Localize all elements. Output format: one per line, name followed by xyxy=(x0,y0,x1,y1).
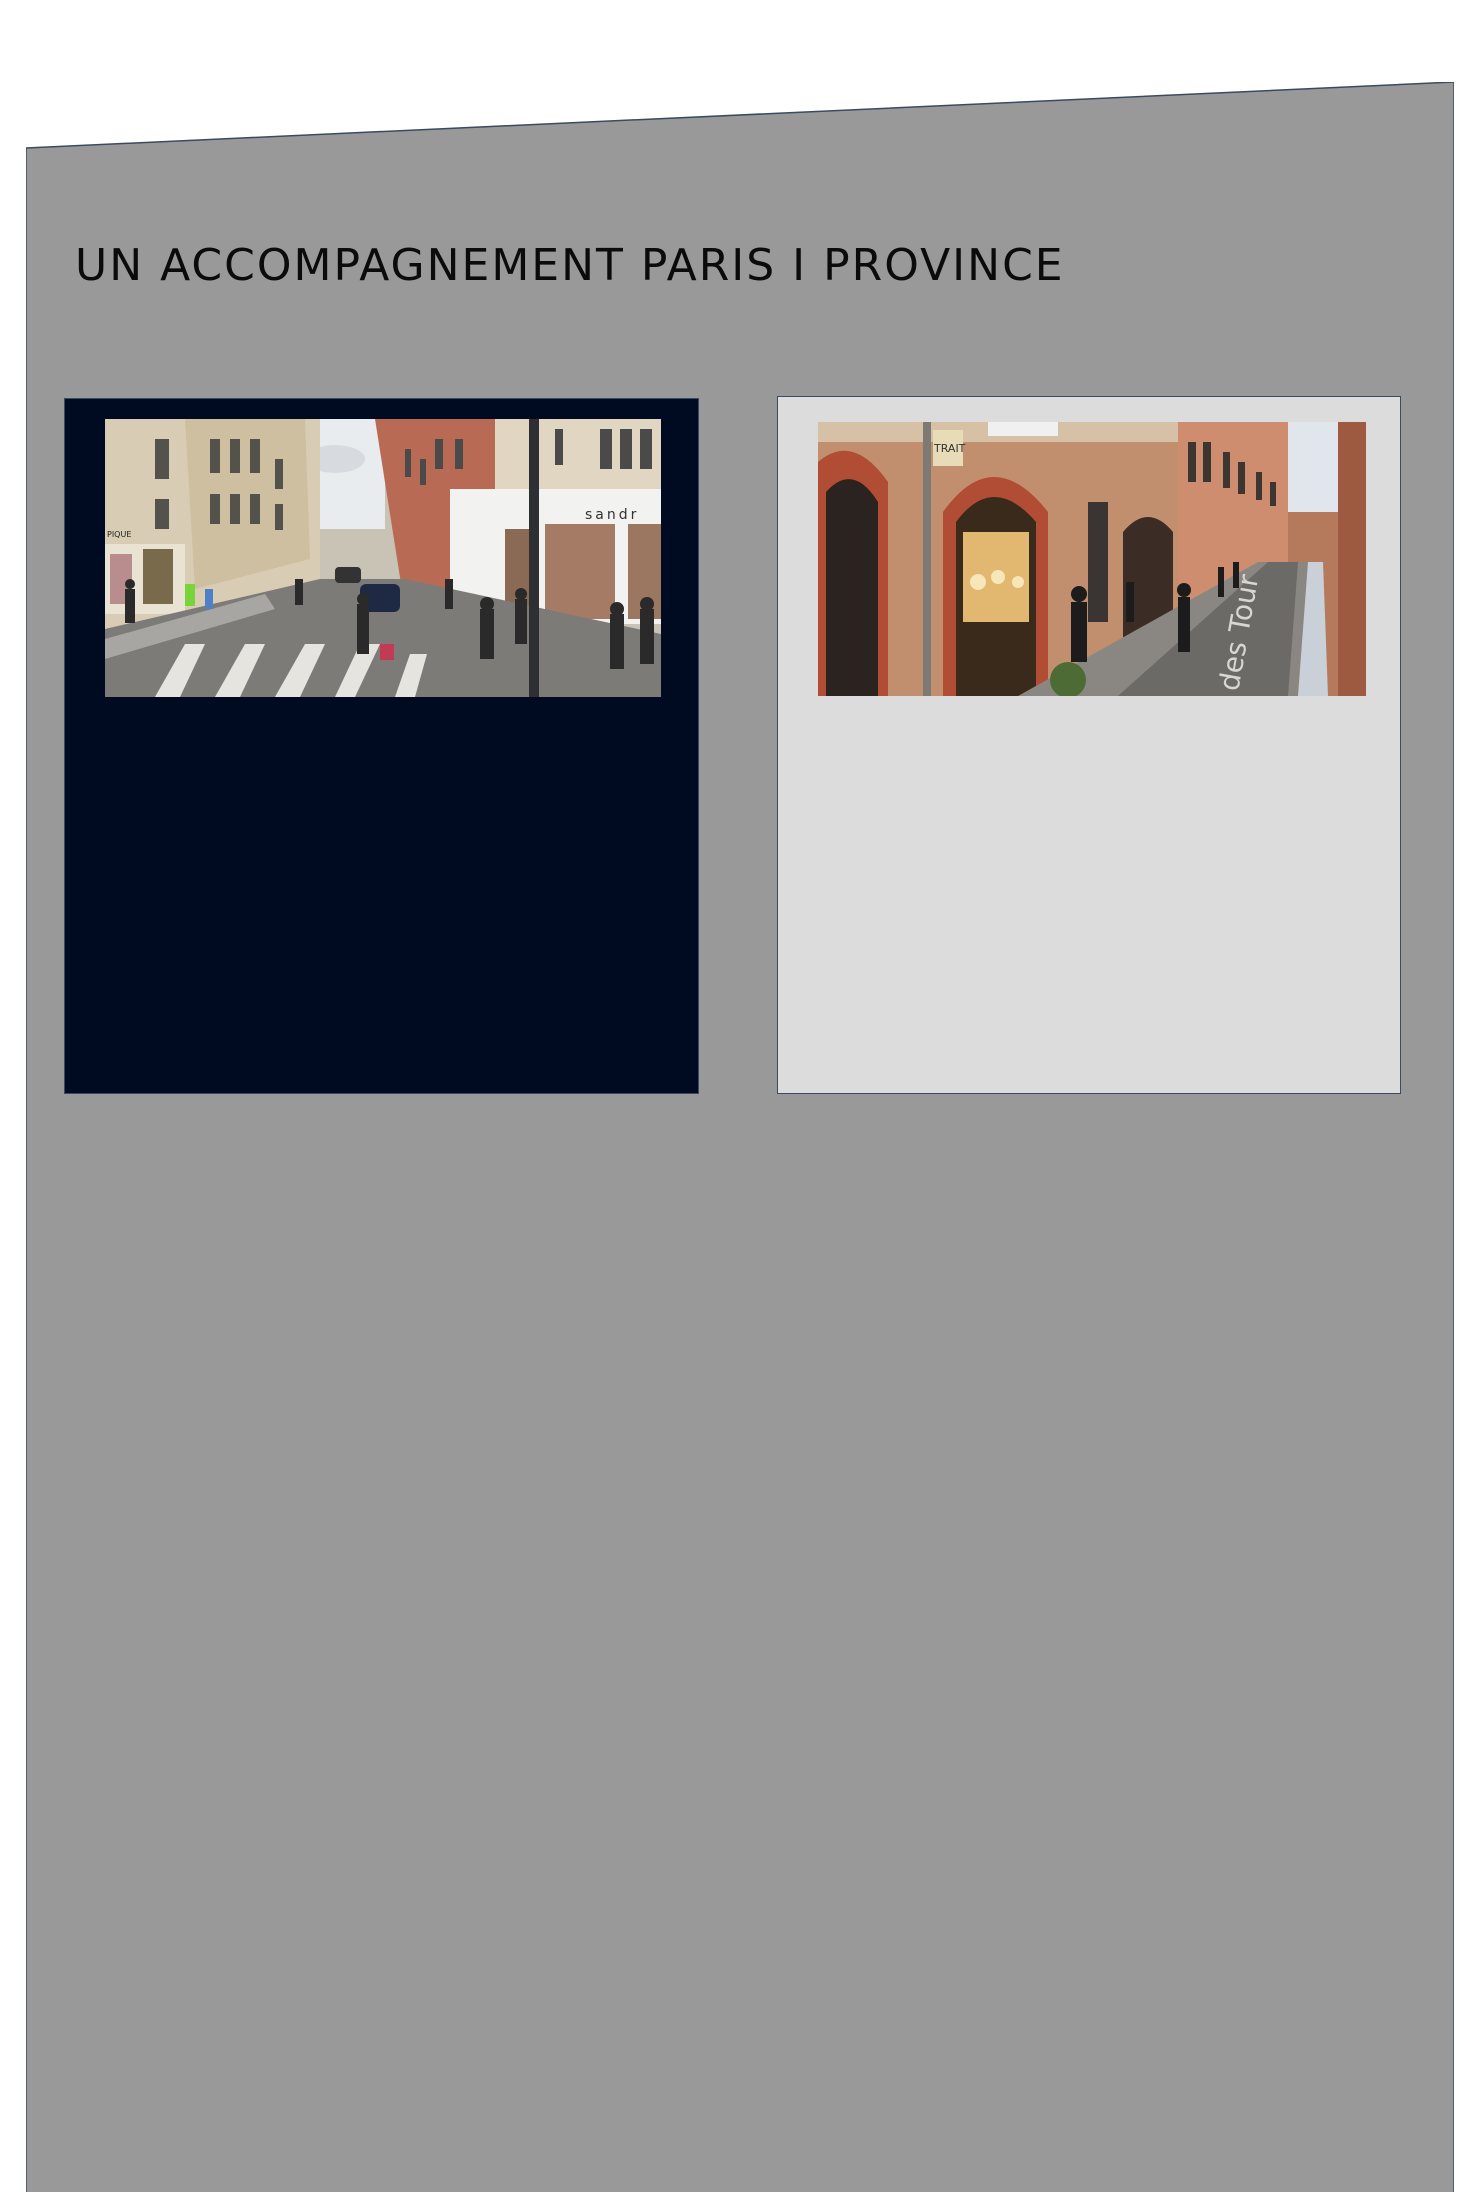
shop-sign-trait: TRAIT xyxy=(933,442,966,455)
card-paris[interactable]: PIQUE sandr xyxy=(64,398,699,1094)
card-province[interactable]: TRAIT des Tour xyxy=(777,396,1401,1094)
section-heading: UN ACCOMPAGNEMENT PARIS I PROVINCE xyxy=(75,240,1065,291)
paris-street-photo: PIQUE sandr xyxy=(105,419,661,697)
shop-sign: sandr xyxy=(585,507,639,523)
left-shop-sign: PIQUE xyxy=(107,530,131,539)
toulouse-street-photo: TRAIT des Tour xyxy=(818,422,1366,696)
